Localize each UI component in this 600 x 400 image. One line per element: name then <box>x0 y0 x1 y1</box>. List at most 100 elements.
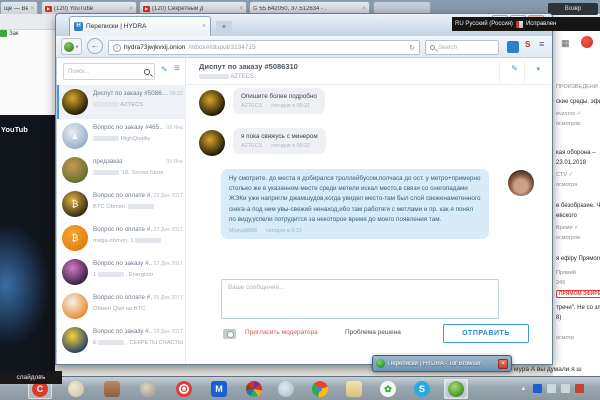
url-domain: hydra73jwjkvxij.onion <box>124 44 185 51</box>
tray-volume-icon[interactable] <box>561 384 570 393</box>
message-text: я пока свяжусь с минером <box>241 133 318 140</box>
tab-close-icon[interactable]: × <box>202 23 206 30</box>
tor-onion-menu-button[interactable]: ▼ <box>61 38 82 55</box>
notification-bell-icon[interactable] <box>581 36 593 48</box>
chat-list-item[interactable]: Вопрос по заказу #…18 Дек 2017Е , СЕКРЕТ… <box>57 323 186 357</box>
chat-item-row: Вопрос по оплате #…25 Дек 2017 <box>93 294 183 301</box>
avatar <box>62 89 88 115</box>
chat-item-row: Вопрос по заказу #465…09 Янв <box>93 124 183 131</box>
send-button[interactable]: ОТПРАВИТЬ <box>443 324 529 343</box>
tor-tab[interactable]: H Переписки | HYDRA × <box>69 16 211 36</box>
url-path: /inbox#/disput/3134715 <box>188 44 406 51</box>
chat-item-subtitle: BTC Obmen, <box>93 204 183 210</box>
apps-grid-icon[interactable]: ▦ <box>561 38 570 49</box>
related-video-text: evzorov ✓ <box>556 111 581 117</box>
redacted-username <box>93 136 119 141</box>
chat-item-time: 09:22 <box>170 91 183 97</box>
tab-close-icon[interactable]: × <box>362 6 366 12</box>
chat-item-row: Вопрос по оплате #…29 Дек 2017 <box>93 192 183 199</box>
chat-list-item[interactable]: Диспут по заказу #5086…09:22 AZTECS <box>57 85 186 119</box>
antivirus-flower-icon[interactable]: ✿ <box>376 379 400 399</box>
bookmark-link[interactable]: Зак <box>0 30 55 37</box>
background-window-button[interactable]: Возвр <box>548 3 598 15</box>
tab-close-icon[interactable]: × <box>129 6 133 12</box>
new-tab-button[interactable]: + <box>216 21 232 34</box>
tray-malwarebytes-icon[interactable] <box>533 384 542 393</box>
desktop-screen: ще — Веч×▶(120) YouTube×▶(120) Секретный… <box>0 0 600 400</box>
chat-item-title: Вопрос по заказу #465… <box>93 124 164 131</box>
google-favicon: G <box>253 6 257 12</box>
picasa-icon[interactable] <box>242 379 266 399</box>
chat-list-item[interactable]: ₿Вопрос по оплате #…29 Дек 2017BTC Obmen… <box>57 187 186 221</box>
skype-icon[interactable]: S <box>410 379 434 399</box>
youtube-logo: YouTub <box>1 125 28 134</box>
tray-display-icon[interactable] <box>547 384 556 393</box>
tab-close-icon[interactable]: × <box>239 6 243 12</box>
invite-moderator-button[interactable]: Пригласить модератора <box>245 329 318 336</box>
chat-list-item[interactable]: ▲Вопрос по заказу #465…09 Янв HighQualit… <box>57 119 186 153</box>
chat-item-subtitle: '18, Secret Store <box>93 170 183 176</box>
search-bar[interactable]: Search <box>425 40 499 55</box>
chat-item-time: 03 Янв <box>166 159 183 165</box>
chat-item-row: предзаказ03 Янв <box>93 158 183 165</box>
background-caption-text: мура А вы думали я ш <box>514 366 582 373</box>
documents-folder-icon-glyph <box>346 381 362 397</box>
message-text: Опишите более подробно <box>241 93 317 100</box>
bookmarks-icon[interactable] <box>507 41 519 53</box>
message-time: сегодня в 09:22 <box>271 143 310 149</box>
chat-header: Диспут по заказу #5086310 AZTECS ✎ ▾ <box>187 58 552 85</box>
documents-folder-icon[interactable] <box>342 379 366 399</box>
chat-title: Диспут по заказу #5086310 <box>199 62 298 71</box>
url-bar[interactable]: i hydra73jwjkvxij.onion /inbox#/disput/3… <box>108 40 420 55</box>
chat-item-time: 09 Янв <box>166 125 183 131</box>
opera-icon[interactable]: O <box>172 379 196 399</box>
related-video-text: осмотров <box>556 235 580 241</box>
background-tab[interactable]: ще — Веч× <box>0 1 38 14</box>
chat-item-row: Диспут по заказу #5086…09:22 <box>93 90 183 97</box>
chat-list-item[interactable]: Вопрос по заказу #…27 Дек 20171 , Energi… <box>57 255 186 289</box>
archive-box-icon-glyph <box>104 381 120 397</box>
back-button[interactable]: ← <box>87 38 103 54</box>
tab-close-icon[interactable]: × <box>30 6 34 12</box>
attach-photo-icon[interactable] <box>223 329 236 339</box>
noscript-icon[interactable]: S <box>525 40 530 49</box>
chat-list-item[interactable]: предзаказ03 Янв '18, Secret Store <box>57 153 186 187</box>
chevron-down-icon[interactable]: ▾ <box>536 65 540 73</box>
sidebar-search-input[interactable]: Поиск... <box>63 63 155 80</box>
background-related-videos: ▦ ПРОИЗВЕДЕНИские среды. эфиevzorov ✓осм… <box>553 14 600 376</box>
reload-icon[interactable]: ↻ <box>409 44 415 52</box>
taskbar-thumbnail-popup[interactable]: Переписки | HYDRA - Tor Browser × <box>372 355 512 372</box>
chrome-icon[interactable]: ● <box>308 379 332 399</box>
browser-menu-icon[interactable]: ≡ <box>539 39 544 49</box>
thumbnail-close-icon[interactable]: × <box>498 359 508 369</box>
redacted-username <box>98 340 124 345</box>
tray-arrow-icon[interactable]: ▴ <box>519 384 528 393</box>
chat-item-subtitle: 1 , Energizer <box>93 272 183 278</box>
redacted-username <box>98 272 124 277</box>
chat-item-time: 27 Дек 2017 <box>154 227 183 233</box>
message-text: Ну смотрите. до места я добирался тролле… <box>229 174 481 225</box>
tor-browser-icon[interactable] <box>444 379 468 399</box>
malwarebytes-icon[interactable]: M <box>207 379 231 399</box>
related-video-text: осмотров <box>556 121 580 127</box>
chat-item-subtitle: AZTECS <box>93 102 183 108</box>
site-info-icon[interactable]: i <box>113 44 121 52</box>
paint-app-icon[interactable] <box>274 379 298 399</box>
sidebar-menu-icon[interactable]: ≡ <box>174 63 180 74</box>
redacted-username <box>199 74 229 79</box>
edit-icon[interactable]: ✎ <box>511 64 518 73</box>
message-bubble: я пока свяжусь с минером AZTECS сегодня … <box>233 128 326 154</box>
paint-palette-icon[interactable] <box>64 379 88 399</box>
problem-solved-button[interactable]: Проблема решена <box>345 329 401 336</box>
chat-item-subtitle: Е , СЕКРЕТЫ СЧАСТЬЯ <box>93 340 183 346</box>
chat-item-title: предзаказ <box>93 158 164 165</box>
avatar <box>508 170 534 196</box>
archive-box-icon[interactable] <box>100 379 124 399</box>
message-input[interactable]: Ваше сообщение... <box>221 279 499 319</box>
chat-list-item[interactable]: ₿Вопрос по оплате #…27 Дек 2017mega-obme… <box>57 221 186 255</box>
compose-icon[interactable]: ✎ <box>161 65 168 74</box>
chat-list-item[interactable]: Вопрос по оплате #…25 Дек 2017Обмен Qiwi… <box>57 289 186 323</box>
related-video-text: я ефіру Прямого <box>556 256 600 262</box>
photo-viewer-icon[interactable] <box>136 379 160 399</box>
tray-alert-icon[interactable] <box>575 384 584 393</box>
